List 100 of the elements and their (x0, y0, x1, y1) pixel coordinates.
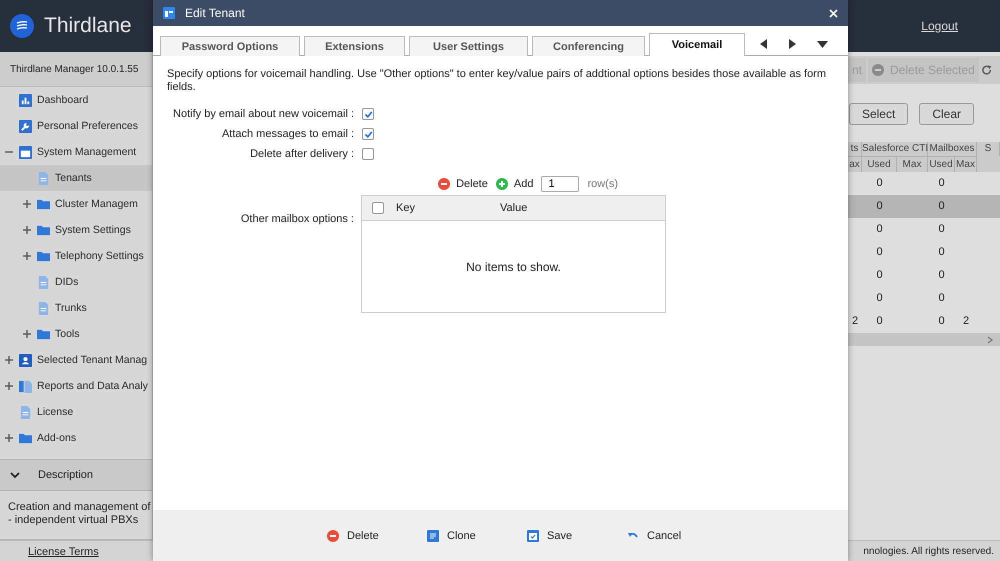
tree-item[interactable]: Personal Preferences (0, 113, 152, 139)
tree-item[interactable]: Telephony Settings (0, 243, 152, 269)
grid-action-button[interactable]: Add (496, 178, 534, 190)
tab[interactable]: Extensions (304, 36, 405, 56)
table-row[interactable]: 0 0 (848, 218, 1000, 241)
logo-icon (10, 14, 34, 38)
expand-icon[interactable] (23, 330, 31, 338)
rows-input[interactable]: 1 (541, 176, 580, 192)
brand-name: Thirdlane (44, 14, 132, 38)
filter-button[interactable]: Clear (919, 103, 974, 125)
tab[interactable]: Conferencing (532, 36, 645, 56)
folder-icon (37, 224, 50, 236)
tree-item[interactable]: Tools (0, 321, 152, 347)
table-cell: 2 (962, 315, 970, 327)
table-cell: 0 (876, 200, 883, 212)
expand-icon[interactable] (5, 434, 13, 442)
tree-item[interactable]: Selected Tenant Manag (0, 347, 152, 373)
table-cell: 0 (876, 223, 883, 235)
add-icon (496, 178, 508, 190)
tree-item[interactable]: System Settings (0, 217, 152, 243)
expand-icon[interactable] (23, 226, 31, 234)
document-icon (37, 276, 50, 288)
footer-button[interactable]: Save (527, 530, 627, 542)
filter-button[interactable]: Select (848, 103, 908, 125)
version-label: Thirdlane Manager 10.0.1.55 (0, 52, 152, 87)
column-header: Key (396, 202, 416, 214)
table-cell: 0 (938, 269, 945, 281)
document-icon (19, 406, 32, 418)
refresh-icon[interactable] (980, 64, 992, 76)
option-label: Notify by email about new voicemail : (173, 108, 354, 120)
folder-icon (37, 250, 50, 262)
column-header: Used (867, 159, 891, 170)
table-cell: 0 (876, 315, 883, 327)
tree-item[interactable]: Tenants (0, 165, 152, 191)
footer-button[interactable]: Cancel (627, 530, 727, 542)
column-group-header: ts (848, 142, 862, 156)
folder-icon (37, 328, 50, 340)
tree-item[interactable]: Cluster Managem (0, 191, 152, 217)
clone-icon (427, 530, 439, 542)
description-header[interactable]: Description (0, 459, 152, 491)
tree-item[interactable]: Dashboard (0, 87, 152, 113)
table-cell: 0 (938, 292, 945, 304)
caret-down-icon[interactable] (817, 39, 828, 49)
table-row[interactable]: 0 0 (848, 287, 1000, 310)
option-label: Delete after delivery : (250, 148, 354, 160)
tree-item[interactable]: Trunks (0, 295, 152, 321)
expand-icon[interactable] (23, 200, 31, 208)
save-icon (527, 530, 539, 542)
chevron-down-icon (10, 471, 20, 479)
table-row[interactable]: 0 0 (848, 172, 1000, 195)
tab[interactable]: Voicemail (649, 33, 745, 56)
table-row[interactable]: 0 0 (848, 241, 1000, 264)
copyright-text: nnologies. All rights reserved. (863, 546, 995, 557)
table-cell: 0 (938, 246, 945, 258)
intro-text: Specify options for voicemail handling. Use "Other options" to enter key/value pairs of addtional options besides those available as form fields. (166, 67, 828, 94)
contact-icon (19, 354, 32, 366)
document-icon (37, 172, 50, 184)
footer-button[interactable]: Clone (427, 530, 527, 542)
chart-icon (19, 94, 32, 106)
header-link[interactable]: Logout (921, 19, 958, 33)
checkbox[interactable] (362, 128, 374, 140)
documents-icon (19, 380, 32, 392)
expand-icon[interactable] (5, 356, 13, 364)
window-icon (19, 146, 32, 158)
column-header: Max (902, 159, 922, 170)
scrollbar[interactable] (848, 333, 1000, 346)
column-group-header: Salesforce CTI (862, 142, 928, 156)
tree-item[interactable]: System Management (0, 139, 152, 165)
expand-icon[interactable] (23, 252, 31, 260)
table-cell: 0 (876, 292, 883, 304)
column-group-header: Mailboxes (928, 142, 977, 156)
grid-action-button[interactable]: Delete (438, 178, 488, 190)
description-title: Description (38, 469, 94, 481)
column-group-header: S (977, 142, 1000, 156)
footer-button[interactable]: Delete (327, 530, 427, 542)
wrench-icon (19, 120, 32, 132)
table-row[interactable]: 0 0 (848, 195, 1000, 218)
checkbox[interactable] (362, 148, 374, 160)
table-row[interactable]: 2 0 0 2 (848, 310, 1000, 333)
close-icon[interactable] (829, 8, 838, 18)
column-header: Value (500, 202, 528, 214)
license-link[interactable]: License Terms (0, 546, 153, 558)
select-all-checkbox[interactable] (372, 202, 384, 214)
tree-item[interactable]: Reports and Data Analy (0, 373, 152, 399)
table-row[interactable]: 0 0 (848, 264, 1000, 287)
expand-icon[interactable] (5, 382, 13, 390)
tree-item[interactable]: DIDs (0, 269, 152, 295)
rows-unit-label: row(s) (587, 178, 618, 190)
arrow-left-icon[interactable] (759, 39, 768, 49)
tree-item[interactable]: License (0, 399, 152, 425)
document-icon (37, 302, 50, 314)
checkbox[interactable] (362, 108, 374, 120)
column-header: Used (929, 159, 953, 170)
tab[interactable]: User Settings (409, 36, 528, 56)
tab[interactable]: Password Options (160, 36, 300, 56)
folder-icon (37, 198, 50, 210)
arrow-right-icon[interactable] (788, 39, 797, 49)
table-cell: 0 (876, 246, 883, 258)
table-cell: 0 (876, 177, 883, 189)
tree-item[interactable]: Add-ons (0, 425, 152, 451)
